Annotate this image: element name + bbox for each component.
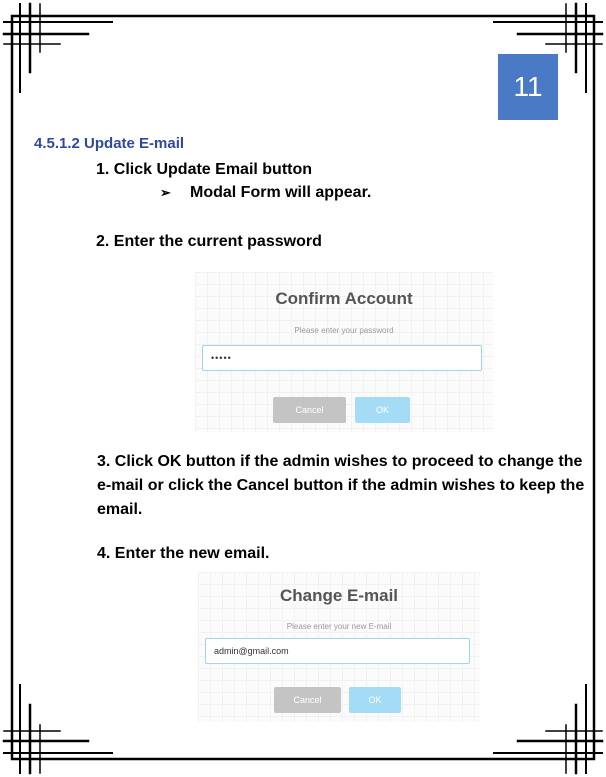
step-4-text: 4. Enter the new email. [97, 545, 270, 562]
step-1-substep: ➢ Modal Form will appear. [160, 184, 371, 202]
arrow-bullet-icon: ➢ [160, 185, 171, 200]
modal-prompt: Please enter your password [294, 326, 394, 335]
step-1-text: 1. Click Update Email button [96, 161, 313, 178]
change-email-modal: Change E-mail Please enter your new E-ma… [198, 572, 480, 722]
confirm-account-modal: Confirm Account Please enter your passwo… [195, 272, 493, 432]
modal-title: Confirm Account [275, 289, 413, 308]
cancel-button[interactable]: Cancel [274, 687, 341, 713]
ok-button[interactable]: OK [355, 397, 410, 423]
step-2-text: 2. Enter the current password [96, 233, 322, 250]
section-heading: 4.5.1.2 Update E-mail [34, 135, 185, 152]
ok-button[interactable]: OK [349, 687, 401, 713]
document-page: 11 4.5.1.2 Update E-mail 1. Click Update… [0, 0, 606, 777]
modal-title: Change E-mail [279, 586, 399, 605]
modal-prompt: Please enter your new E-mail [286, 622, 392, 631]
page-number-badge: 11 [498, 54, 558, 120]
step-1-substep-text: Modal Form will appear. [190, 184, 372, 201]
step-3-text: 3. Click OK button if the admin wishes t… [97, 453, 585, 518]
password-input[interactable] [202, 345, 482, 371]
email-input[interactable] [205, 638, 470, 664]
cancel-button[interactable]: Cancel [273, 397, 346, 423]
